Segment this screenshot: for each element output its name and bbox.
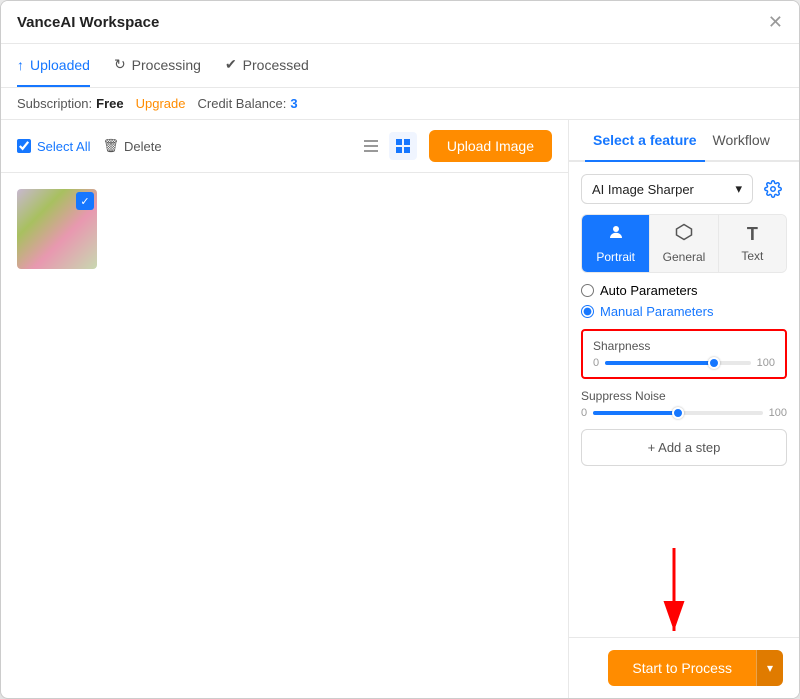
tabs-bar: ↑ Uploaded ↻ Processing ✔ Processed bbox=[1, 44, 799, 88]
manual-params-input[interactable] bbox=[581, 305, 594, 318]
text-label: Text bbox=[741, 249, 763, 263]
view-toggle bbox=[357, 132, 417, 160]
start-process-button[interactable]: Start to Process bbox=[608, 650, 756, 686]
tool-selector: AI Image Sharper ▾ bbox=[581, 174, 787, 204]
auto-params-radio[interactable]: Auto Parameters bbox=[581, 283, 787, 298]
select-all-checkbox[interactable]: Select All bbox=[17, 139, 90, 154]
suppress-noise-slider-row: 0 100 bbox=[581, 407, 787, 419]
suppress-noise-fill bbox=[593, 411, 678, 415]
upload-icon: ↑ bbox=[17, 57, 24, 73]
sharpness-section: Sharpness 0 100 bbox=[581, 329, 787, 379]
tool-dropdown[interactable]: AI Image Sharper ▾ bbox=[581, 174, 753, 204]
tab-processing-label: Processing bbox=[132, 57, 201, 73]
suppress-noise-max: 100 bbox=[769, 407, 787, 419]
upgrade-link[interactable]: Upgrade bbox=[136, 96, 186, 111]
sharpness-slider[interactable] bbox=[605, 361, 751, 365]
subscription-label: Subscription: bbox=[17, 96, 92, 111]
main-window: VanceAI Workspace ✕ ↑ Uploaded ↻ Process… bbox=[0, 0, 800, 699]
dropdown-chevron-icon: ▾ bbox=[735, 181, 742, 197]
tool-name: AI Image Sharper bbox=[592, 182, 694, 197]
general-icon bbox=[675, 223, 693, 246]
sharpness-thumb[interactable] bbox=[708, 357, 720, 369]
credit-label: Credit Balance: bbox=[198, 96, 287, 111]
credit-count: 3 bbox=[290, 96, 297, 111]
workflow-label: Workflow bbox=[713, 132, 770, 148]
select-feature-label: Select a feature bbox=[593, 132, 697, 148]
auto-params-input[interactable] bbox=[581, 284, 594, 297]
subscription-bar: Subscription: Free Upgrade Credit Balanc… bbox=[1, 88, 799, 120]
manual-params-radio[interactable]: Manual Parameters bbox=[581, 304, 787, 319]
tab-workflow[interactable]: Workflow bbox=[705, 120, 778, 162]
processed-icon: ✔ bbox=[225, 56, 237, 73]
portrait-label: Portrait bbox=[596, 250, 635, 264]
left-panel: Select All 🗑 Delete Upload Image bbox=[1, 120, 569, 698]
image-grid: ✓ bbox=[1, 173, 568, 698]
mode-portrait[interactable]: Portrait bbox=[582, 215, 650, 272]
tab-processed-label: Processed bbox=[243, 57, 309, 73]
delete-button[interactable]: 🗑 Delete bbox=[102, 138, 161, 154]
title-bar: VanceAI Workspace ✕ bbox=[1, 1, 799, 44]
feature-tabs: Select a feature Workflow bbox=[569, 120, 799, 162]
settings-icon[interactable] bbox=[759, 175, 787, 203]
plan-label: Free bbox=[96, 96, 123, 111]
image-thumbnail[interactable]: ✓ bbox=[17, 189, 97, 269]
mode-general[interactable]: General bbox=[650, 215, 718, 272]
suppress-noise-slider[interactable] bbox=[593, 411, 763, 415]
process-button-group: Start to Process ▾ bbox=[608, 650, 783, 686]
grid-view-button[interactable] bbox=[389, 132, 417, 160]
sharpness-max: 100 bbox=[757, 357, 775, 369]
portrait-icon bbox=[607, 223, 625, 246]
text-icon: T bbox=[747, 224, 758, 245]
main-area: Select All 🗑 Delete Upload Image bbox=[1, 120, 799, 698]
sharpness-label: Sharpness bbox=[593, 339, 775, 353]
tab-uploaded[interactable]: ↑ Uploaded bbox=[17, 45, 90, 87]
add-step-button[interactable]: + Add a step bbox=[581, 429, 787, 466]
manual-params-label: Manual Parameters bbox=[600, 304, 713, 319]
auto-params-label: Auto Parameters bbox=[600, 283, 698, 298]
select-all-label: Select All bbox=[37, 139, 90, 154]
processing-icon: ↻ bbox=[114, 56, 126, 73]
mode-text[interactable]: T Text bbox=[719, 215, 786, 272]
suppress-noise-min: 0 bbox=[581, 407, 587, 419]
trash-icon: 🗑 bbox=[102, 138, 119, 154]
delete-label: Delete bbox=[124, 139, 162, 154]
mode-tabs: Portrait General T Text bbox=[581, 214, 787, 273]
upload-image-button[interactable]: Upload Image bbox=[429, 130, 552, 162]
red-arrow-annotation bbox=[649, 543, 699, 643]
param-section: Auto Parameters Manual Parameters bbox=[581, 283, 787, 319]
select-all-input[interactable] bbox=[17, 139, 31, 153]
thumb-selected-indicator: ✓ bbox=[76, 192, 94, 210]
suppress-noise-thumb[interactable] bbox=[672, 407, 684, 419]
list-view-button[interactable] bbox=[357, 132, 385, 160]
window-title: VanceAI Workspace bbox=[17, 14, 159, 31]
suppress-noise-label: Suppress Noise bbox=[581, 389, 787, 403]
start-process-dropdown-button[interactable]: ▾ bbox=[756, 650, 783, 686]
bottom-bar: Start to Process ▾ bbox=[569, 637, 799, 698]
toolbar: Select All 🗑 Delete Upload Image bbox=[1, 120, 568, 173]
sharpness-fill bbox=[605, 361, 714, 365]
general-label: General bbox=[663, 250, 706, 264]
tab-select-feature[interactable]: Select a feature bbox=[585, 120, 705, 162]
tab-uploaded-label: Uploaded bbox=[30, 57, 90, 73]
sharpness-slider-row: 0 100 bbox=[593, 357, 775, 369]
tab-processed[interactable]: ✔ Processed bbox=[225, 44, 309, 87]
right-panel: Select a feature Workflow AI Image Sharp… bbox=[569, 120, 799, 698]
close-button[interactable]: ✕ bbox=[768, 13, 783, 31]
suppress-noise-section: Suppress Noise 0 100 bbox=[581, 389, 787, 419]
sharpness-min: 0 bbox=[593, 357, 599, 369]
tab-processing[interactable]: ↻ Processing bbox=[114, 44, 201, 87]
